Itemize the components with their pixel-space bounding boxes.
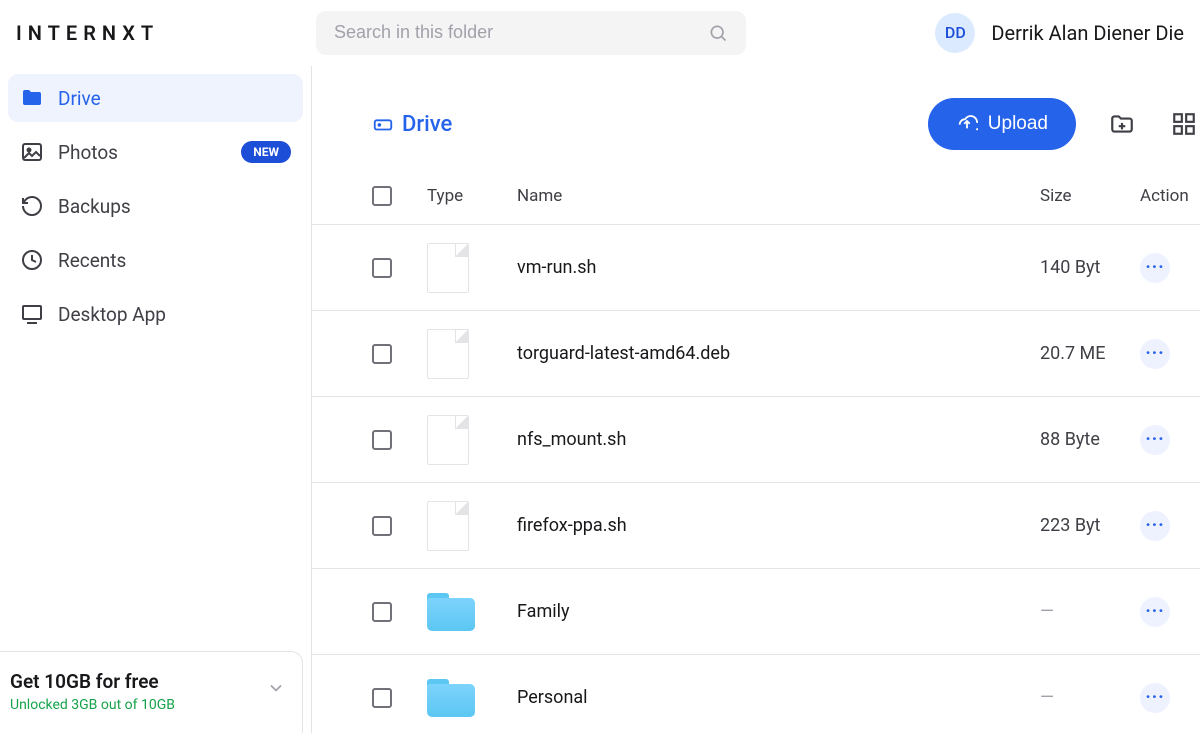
promo-title: Get 10GB for free: [10, 670, 175, 693]
chevron-down-icon: [266, 678, 286, 702]
sidebar-item-label: Recents: [58, 249, 291, 272]
file-table: Type Name Size Action vm-run.sh140 Byt ··…: [312, 174, 1200, 733]
table-row[interactable]: firefox-ppa.sh223 Byt ···: [312, 483, 1200, 569]
search-box[interactable]: [316, 11, 746, 55]
promo-subtitle: Unlocked 3GB out of 10GB: [10, 697, 175, 713]
image-icon: [20, 140, 44, 164]
search-input[interactable]: [334, 22, 708, 43]
table-row[interactable]: Personal— ···: [312, 655, 1200, 733]
file-size: —: [1040, 687, 1140, 708]
more-icon: ···: [1145, 517, 1164, 535]
row-actions-button[interactable]: ···: [1140, 253, 1170, 283]
file-name: vm-run.sh: [517, 257, 1040, 278]
header-type[interactable]: Type: [427, 186, 517, 206]
username: Derrik Alan Diener Die: [991, 21, 1184, 45]
sidebar-item-photos[interactable]: Photos NEW: [8, 128, 303, 176]
row-actions-button[interactable]: ···: [1140, 425, 1170, 455]
new-badge: NEW: [241, 141, 291, 163]
sidebar: Drive Photos NEW Backups Recents Deskt: [0, 66, 312, 733]
file-name: nfs_mount.sh: [517, 429, 1040, 450]
header-size[interactable]: Size: [1040, 186, 1140, 206]
sidebar-item-desktop[interactable]: Desktop App: [8, 290, 303, 338]
file-name: firefox-ppa.sh: [517, 515, 1040, 536]
row-checkbox[interactable]: [372, 430, 392, 450]
avatar[interactable]: DD: [935, 13, 975, 53]
sidebar-item-drive[interactable]: Drive: [8, 74, 303, 122]
upload-button[interactable]: Upload: [928, 98, 1076, 150]
toolbar: Drive Upload: [312, 66, 1200, 174]
more-icon: ···: [1145, 603, 1164, 621]
table-row[interactable]: nfs_mount.sh88 Byte ···: [312, 397, 1200, 483]
breadcrumb[interactable]: Drive: [372, 112, 452, 137]
row-actions-button[interactable]: ···: [1140, 511, 1170, 541]
file-size: 223 Byt: [1040, 515, 1140, 536]
folder-icon: [427, 593, 475, 631]
row-checkbox[interactable]: [372, 688, 392, 708]
sidebar-item-label: Backups: [58, 195, 291, 218]
header-name[interactable]: Name: [517, 186, 1040, 206]
file-size: 88 Byte: [1040, 429, 1140, 450]
grid-view-button[interactable]: [1168, 108, 1200, 140]
row-actions-button[interactable]: ···: [1140, 683, 1170, 713]
sidebar-item-label: Drive: [58, 87, 291, 110]
folder-icon: [427, 679, 475, 717]
main: Drive Upload Type Name Size Ac: [312, 66, 1200, 733]
file-size: —: [1040, 601, 1140, 622]
upload-icon: [956, 110, 978, 138]
promo-card[interactable]: Get 10GB for free Unlocked 3GB out of 10…: [0, 651, 303, 733]
more-icon: ···: [1145, 431, 1164, 449]
table-header: Type Name Size Action: [312, 174, 1200, 225]
file-icon: [427, 329, 469, 379]
topbar: INTERNXT DD Derrik Alan Diener Die: [0, 0, 1200, 66]
file-icon: [427, 243, 469, 293]
breadcrumb-label: Drive: [402, 112, 452, 137]
monitor-icon: [20, 302, 44, 326]
row-actions-button[interactable]: ···: [1140, 339, 1170, 369]
file-icon: [427, 501, 469, 551]
sidebar-item-recents[interactable]: Recents: [8, 236, 303, 284]
more-icon: ···: [1145, 345, 1164, 363]
sidebar-item-backups[interactable]: Backups: [8, 182, 303, 230]
sidebar-item-label: Desktop App: [58, 303, 291, 326]
row-checkbox[interactable]: [372, 258, 392, 278]
history-icon: [20, 194, 44, 218]
file-size: 20.7 ME: [1040, 343, 1140, 364]
row-checkbox[interactable]: [372, 602, 392, 622]
new-folder-button[interactable]: [1106, 108, 1138, 140]
file-name: Family: [517, 601, 1040, 622]
file-icon: [427, 415, 469, 465]
select-all-checkbox[interactable]: [372, 186, 392, 206]
file-size: 140 Byt: [1040, 257, 1140, 278]
clock-icon: [20, 248, 44, 272]
header-action: Action: [1140, 186, 1200, 206]
row-checkbox[interactable]: [372, 516, 392, 536]
table-row[interactable]: torguard-latest-amd64.deb20.7 ME ···: [312, 311, 1200, 397]
more-icon: ···: [1145, 689, 1164, 707]
row-checkbox[interactable]: [372, 344, 392, 364]
table-row[interactable]: vm-run.sh140 Byt ···: [312, 225, 1200, 311]
sidebar-item-label: Photos: [58, 141, 227, 164]
folder-icon: [20, 86, 44, 110]
search-icon: [708, 23, 728, 43]
file-name: torguard-latest-amd64.deb: [517, 343, 1040, 364]
table-row[interactable]: Family— ···: [312, 569, 1200, 655]
upload-label: Upload: [988, 113, 1048, 135]
row-actions-button[interactable]: ···: [1140, 597, 1170, 627]
more-icon: ···: [1145, 259, 1164, 277]
drive-icon: [372, 113, 394, 135]
file-name: Personal: [517, 687, 1040, 708]
brand-logo: INTERNXT: [16, 21, 316, 45]
